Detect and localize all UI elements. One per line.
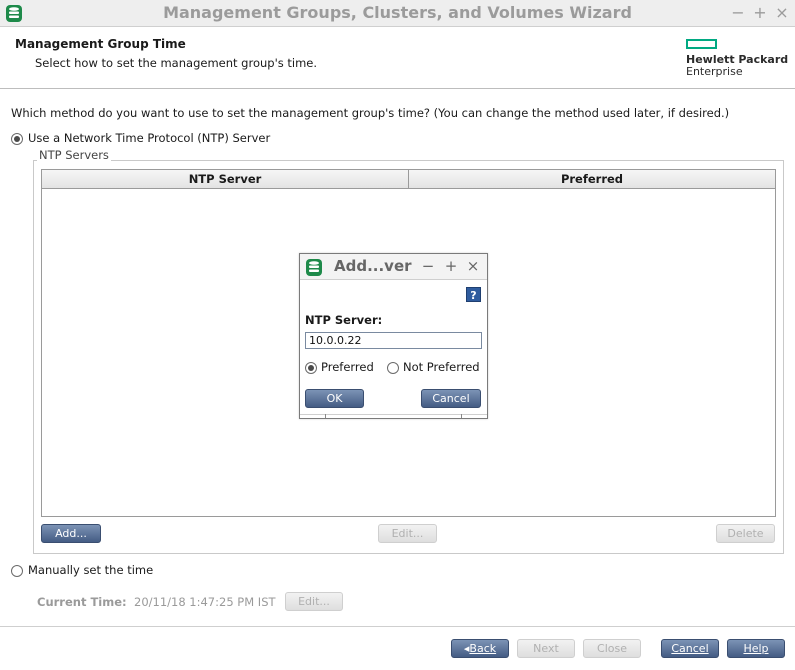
page-title: Management Group Time [15,37,186,51]
cancel-button-label: Cancel [671,642,709,655]
dialog-resize-tick [325,414,326,418]
add-server-button[interactable]: Add... [41,524,101,543]
dialog-resize-tick [461,414,462,418]
cancel-button[interactable]: Cancel [661,639,719,658]
method-question: Which method do you want to use to set t… [11,106,730,120]
close-icon[interactable]: × [466,257,480,275]
minimize-icon[interactable]: − [730,3,746,22]
help-icon[interactable]: ? [466,287,481,302]
wizard-header: Management Group Time Select how to set … [0,27,795,89]
window-titlebar[interactable]: Management Groups, Clusters, and Volumes… [0,0,795,27]
back-button[interactable]: ◂Back [451,639,509,658]
add-ntp-server-dialog[interactable]: Add...ver − + × ? NTP Server: Preferred … [299,253,488,419]
dialog-title: Add...ver [334,257,412,275]
edit-server-button[interactable]: Edit... [378,524,437,543]
current-time-value: 20/11/18 1:47:25 PM IST [134,595,276,609]
back-button-label: Back [469,642,497,655]
maximize-icon[interactable]: + [752,3,768,22]
manual-time-radio[interactable] [11,565,23,577]
preferred-radio-label[interactable]: Preferred [321,360,374,374]
dialog-cancel-button[interactable]: Cancel [421,389,481,408]
column-header-ntp-server[interactable]: NTP Server [42,170,409,189]
help-button-label: Help [743,642,769,655]
maximize-icon[interactable]: + [444,257,458,275]
close-button[interactable]: Close [583,639,641,658]
ntp-server-radio[interactable] [11,133,23,145]
minimize-icon[interactable]: − [421,257,435,275]
preferred-radio[interactable] [305,362,317,374]
ntp-servers-legend: NTP Servers [37,148,111,162]
delete-server-button[interactable]: Delete [716,524,775,543]
page-subtitle: Select how to set the management group's… [35,56,318,70]
help-button[interactable]: Help [727,639,785,658]
footer-divider [0,626,795,627]
manual-time-radio-label[interactable]: Manually set the time [28,563,153,577]
ntp-server-input[interactable] [305,332,482,349]
not-preferred-radio[interactable] [387,362,399,374]
dialog-titlebar[interactable]: Add...ver − + × [300,254,487,280]
hpe-logo-icon [686,39,717,49]
current-time-label: Current Time: [37,595,127,609]
logo-text-line2: Enterprise [686,65,743,78]
window-title: Management Groups, Clusters, and Volumes… [163,3,632,22]
ok-button[interactable]: OK [305,389,364,408]
close-icon[interactable]: × [774,3,790,22]
next-button[interactable]: Next [517,639,575,658]
ntp-server-radio-label[interactable]: Use a Network Time Protocol (NTP) Server [28,131,270,145]
edit-time-button[interactable]: Edit... [285,592,343,611]
ntp-server-label: NTP Server: [305,313,383,327]
not-preferred-radio-label[interactable]: Not Preferred [403,360,480,374]
database-icon [306,259,322,276]
column-header-preferred[interactable]: Preferred [409,170,775,189]
dialog-divider [300,414,487,415]
